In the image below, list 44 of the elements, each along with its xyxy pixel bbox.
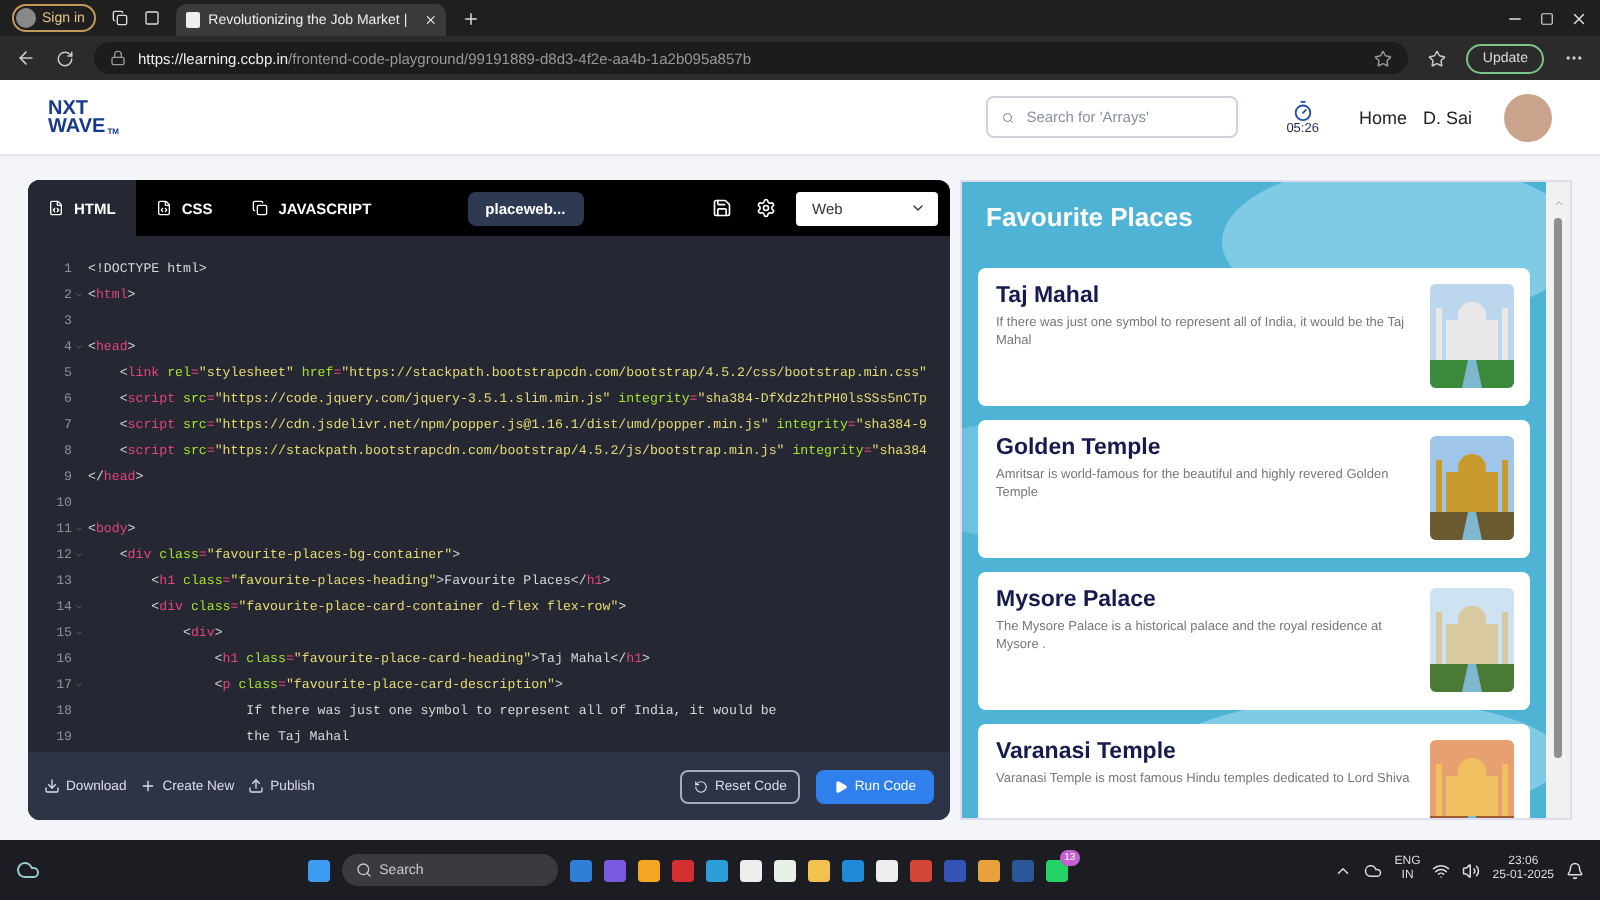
cloud-icon[interactable] <box>1364 861 1383 879</box>
notification-icon[interactable] <box>1566 861 1584 879</box>
scrollbar-thumb[interactable] <box>1554 218 1562 758</box>
weather-icon[interactable] <box>16 858 40 882</box>
back-icon[interactable] <box>16 48 36 68</box>
reload-icon[interactable] <box>56 49 74 67</box>
wifi-icon[interactable] <box>1432 861 1451 879</box>
favicon-icon <box>186 12 201 28</box>
tab-actions-icon[interactable] <box>144 10 161 26</box>
reset-icon <box>694 779 709 793</box>
new-tab-icon[interactable] <box>462 9 481 27</box>
close-icon[interactable] <box>1570 9 1588 27</box>
app-icon[interactable] <box>773 859 796 881</box>
search-icon <box>355 862 372 878</box>
windows-icon[interactable] <box>307 859 330 881</box>
user-name: D. Sai <box>1422 107 1472 127</box>
play-icon <box>834 779 849 793</box>
app-icon[interactable] <box>875 859 898 881</box>
file-code-icon <box>48 200 64 216</box>
stopwatch-icon <box>1291 99 1314 121</box>
lock-icon <box>110 50 126 66</box>
favorite-icon[interactable] <box>1374 49 1393 67</box>
download-icon <box>44 778 60 794</box>
settings-icon[interactable] <box>756 198 776 218</box>
file-code-icon <box>155 200 172 216</box>
caret-icon <box>910 200 926 216</box>
avatar-icon <box>16 8 36 28</box>
home-link[interactable]: Home <box>1358 107 1407 127</box>
app-icon[interactable] <box>807 859 830 881</box>
upload-icon <box>248 778 265 794</box>
collections-icon[interactable] <box>112 10 129 26</box>
app-icon[interactable] <box>637 859 660 881</box>
app-icon[interactable] <box>1045 859 1068 881</box>
volume-icon[interactable] <box>1462 861 1481 879</box>
favorites-icon[interactable] <box>1428 49 1447 67</box>
maximize-icon[interactable] <box>1540 11 1554 25</box>
plus-icon <box>140 778 157 794</box>
app-icon[interactable] <box>739 859 762 881</box>
close-icon[interactable] <box>423 12 437 28</box>
app-icon[interactable] <box>977 859 1000 881</box>
file-icon <box>252 200 269 216</box>
search-icon <box>1002 109 1015 125</box>
app-icon[interactable] <box>705 859 728 881</box>
save-icon[interactable] <box>712 198 732 218</box>
